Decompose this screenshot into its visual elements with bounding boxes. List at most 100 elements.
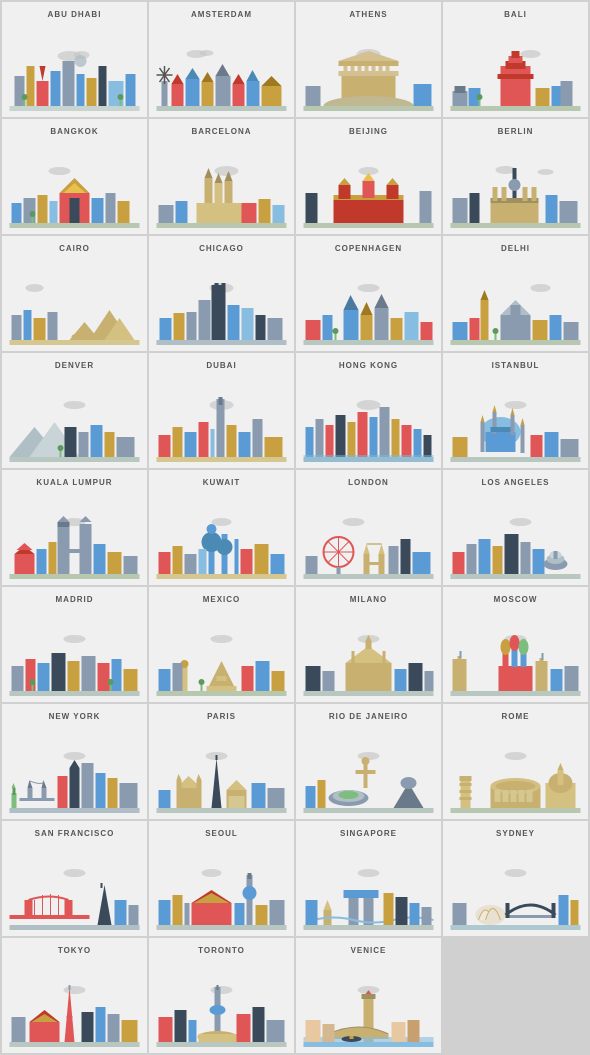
skyline	[6, 842, 143, 930]
city-name: CAIRO	[59, 244, 90, 253]
city-name: DELHI	[501, 244, 530, 253]
skyline	[6, 140, 143, 228]
city-card-toronto[interactable]: TORONTO	[149, 938, 294, 1053]
city-name: COPENHAGEN	[335, 244, 402, 253]
skyline	[300, 257, 437, 345]
skyline	[447, 23, 584, 111]
city-name: ABU DHABI	[48, 10, 102, 19]
city-name: SINGAPORE	[340, 829, 397, 838]
skyline	[300, 608, 437, 696]
city-name: LOS ANGELES	[481, 478, 549, 487]
city-card-barcelona[interactable]: BARCELONA	[149, 119, 294, 234]
city-name: TOKYO	[58, 946, 91, 955]
skyline	[300, 842, 437, 930]
skyline	[6, 608, 143, 696]
city-card-san-francisco[interactable]: SAN FRANCISCO	[2, 821, 147, 936]
city-name: NEW YORK	[49, 712, 101, 721]
city-card-singapore[interactable]: SINGAPORE	[296, 821, 441, 936]
city-card-venice[interactable]: VENICE	[296, 938, 441, 1053]
city-name: ISTANBUL	[492, 361, 540, 370]
city-name: SEOUL	[205, 829, 238, 838]
city-card-bali[interactable]: BALI	[443, 2, 588, 117]
skyline	[6, 374, 143, 462]
city-name: SAN FRANCISCO	[35, 829, 115, 838]
skyline	[447, 374, 584, 462]
skyline	[447, 140, 584, 228]
city-card-chicago[interactable]: CHICAGO	[149, 236, 294, 351]
city-card-mexico[interactable]: MEXICO	[149, 587, 294, 702]
city-name: BEIJING	[349, 127, 388, 136]
city-card-tokyo[interactable]: TOKYO	[2, 938, 147, 1053]
city-card-seoul[interactable]: SEOUL	[149, 821, 294, 936]
skyline	[447, 725, 584, 813]
skyline	[6, 491, 143, 579]
city-name: CHICAGO	[199, 244, 244, 253]
city-name: BANGKOK	[50, 127, 98, 136]
skyline	[6, 257, 143, 345]
city-card-denver[interactable]: DENVER	[2, 353, 147, 468]
city-card-kuwait[interactable]: KUWAIT	[149, 470, 294, 585]
city-card-madrid[interactable]: MADRID	[2, 587, 147, 702]
skyline	[447, 842, 584, 930]
skyline	[153, 725, 290, 813]
skyline	[153, 608, 290, 696]
skyline	[6, 959, 143, 1047]
city-card-los-angeles[interactable]: LOS ANGELES	[443, 470, 588, 585]
city-name: TORONTO	[198, 946, 245, 955]
city-name: KUWAIT	[203, 478, 241, 487]
skyline	[300, 491, 437, 579]
city-name: LONDON	[348, 478, 389, 487]
skyline	[153, 491, 290, 579]
city-name: ATHENS	[349, 10, 387, 19]
city-card-moscow[interactable]: MOSCOW	[443, 587, 588, 702]
skyline	[153, 374, 290, 462]
skyline	[300, 374, 437, 462]
skyline	[300, 140, 437, 228]
city-card-hong-kong[interactable]: HONG KONG	[296, 353, 441, 468]
skyline	[153, 140, 290, 228]
city-card-amsterdam[interactable]: AMSTERDAM	[149, 2, 294, 117]
skyline	[447, 608, 584, 696]
city-name: KUALA LUMPUR	[36, 478, 112, 487]
city-card-athens[interactable]: ATHENS	[296, 2, 441, 117]
city-name: ROME	[502, 712, 530, 721]
city-name: DUBAI	[206, 361, 236, 370]
skyline	[300, 959, 437, 1047]
city-card-bangkok[interactable]: BANGKOK	[2, 119, 147, 234]
city-name: SYDNEY	[496, 829, 535, 838]
city-card-istanbul[interactable]: ISTANBUL	[443, 353, 588, 468]
city-name: DENVER	[55, 361, 94, 370]
city-card-copenhagen[interactable]: COPENHAGEN	[296, 236, 441, 351]
skyline	[447, 257, 584, 345]
city-name: AMSTERDAM	[191, 10, 252, 19]
city-card-berlin[interactable]: BERLIN	[443, 119, 588, 234]
city-card-milano[interactable]: MILANO	[296, 587, 441, 702]
city-card-rome[interactable]: ROME	[443, 704, 588, 819]
city-name: RIO DE JANEIRO	[329, 712, 408, 721]
city-card-abu-dhabi[interactable]: ABU DHABI	[2, 2, 147, 117]
city-name: MADRID	[56, 595, 94, 604]
skyline	[300, 725, 437, 813]
city-card-kuala-lumpur[interactable]: KUALA LUMPUR	[2, 470, 147, 585]
city-name: HONG KONG	[339, 361, 398, 370]
city-card-delhi[interactable]: DELHI	[443, 236, 588, 351]
skyline	[300, 23, 437, 111]
skyline	[6, 725, 143, 813]
city-card-new-york[interactable]: NEW YORK	[2, 704, 147, 819]
city-card-sydney[interactable]: SYDNEY	[443, 821, 588, 936]
skyline	[6, 23, 143, 111]
city-card-rio[interactable]: RIO DE JANEIRO	[296, 704, 441, 819]
city-card-dubai[interactable]: DUBAI	[149, 353, 294, 468]
city-name: VENICE	[351, 946, 387, 955]
city-card-beijing[interactable]: BEIJING	[296, 119, 441, 234]
city-card-paris[interactable]: PARIS	[149, 704, 294, 819]
city-name: PARIS	[207, 712, 236, 721]
skyline	[447, 491, 584, 579]
skyline	[153, 257, 290, 345]
skyline	[153, 842, 290, 930]
city-card-cairo[interactable]: CAIRO	[2, 236, 147, 351]
city-name: BARCELONA	[191, 127, 251, 136]
skyline	[153, 959, 290, 1047]
city-name: MILANO	[350, 595, 388, 604]
city-card-london[interactable]: LONDON	[296, 470, 441, 585]
